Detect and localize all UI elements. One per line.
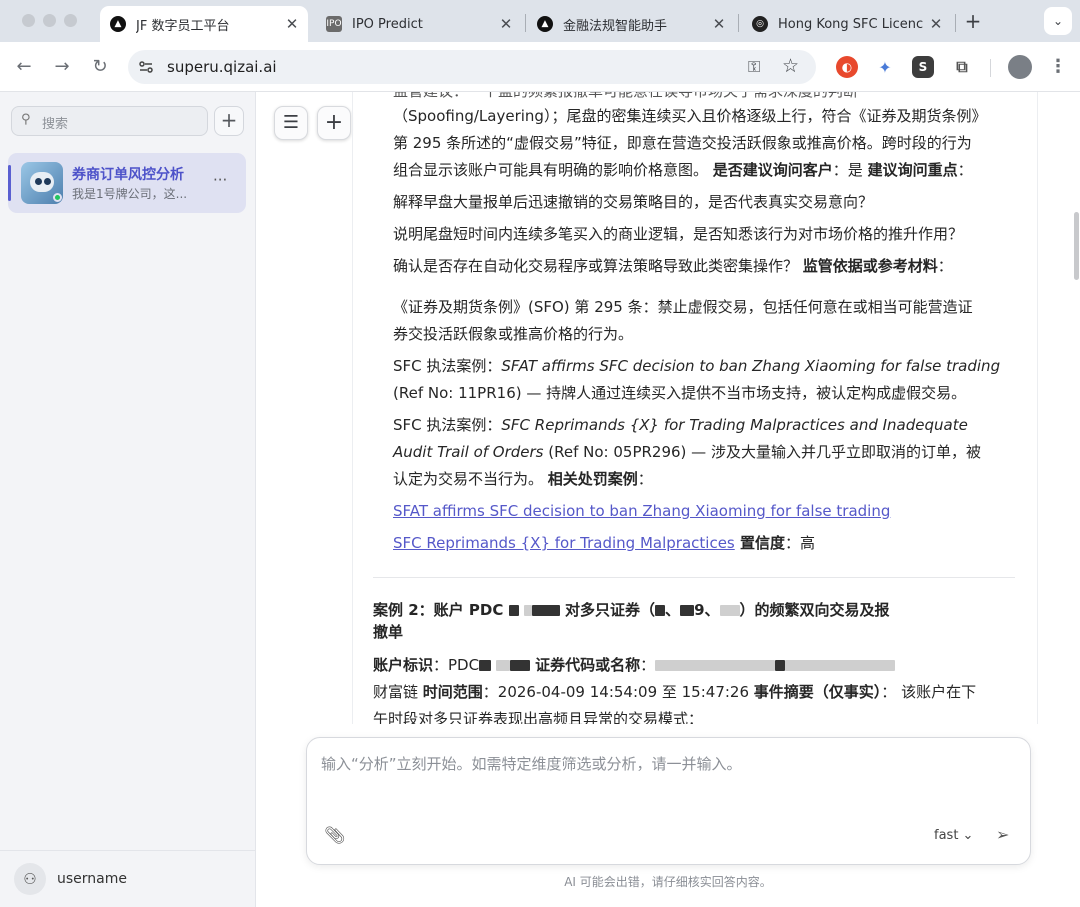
back-arrow-icon[interactable]: ← — [13, 56, 35, 78]
profile-avatar-icon[interactable] — [1008, 55, 1032, 79]
reload-icon[interactable]: ↻ — [89, 56, 111, 78]
text-line: 认定为交易不当行为。 相关处罚案例： — [393, 470, 653, 488]
text-line: Audit Trail of Orders (Ref No: 05PR296) … — [393, 443, 981, 461]
chat-input[interactable]: 输入“分析”立刻开始。如需特定维度筛选或分析，请一并输入。 📎︎ fast ⌄ … — [306, 737, 1031, 865]
close-icon[interactable]: ✕ — [709, 15, 729, 33]
new-tab-plus-icon[interactable]: + — [960, 8, 986, 34]
site-settings-icon[interactable] — [138, 59, 154, 75]
extensions-puzzle-icon[interactable]: ⧉ — [951, 56, 973, 78]
text-line: 组合显示该账户可能具有明确的影响价格意图。 是否建议询问客户：是 建议询问重点： — [393, 161, 973, 179]
text-line: 账户标识：PDC 证券代码或名称： — [373, 652, 1013, 679]
bold-label: 相关处罚案例 — [547, 470, 638, 488]
scrollbar-thumb[interactable] — [1074, 212, 1079, 280]
tab-title: JF 数字员工平台 — [136, 18, 230, 34]
case-link[interactable]: SFAT affirms SFC decision to ban Zhang X… — [393, 502, 890, 520]
chat-main: ☰ + 监管建议：一个盘的频繁报撤单可能意在误导市场关于需求深度的判断 （Spo… — [256, 92, 1080, 907]
case-2-heading-cont: 撤单 — [373, 623, 404, 641]
text-line: SFAT affirms SFC decision to ban Zhang X… — [393, 498, 1033, 525]
close-icon[interactable]: ✕ — [496, 15, 516, 33]
tab-ipo-predict[interactable]: IPO IPO Predict ✕ — [316, 6, 522, 42]
attach-paperclip-icon[interactable]: 📎︎ — [324, 826, 346, 846]
case-title: Audit Trail of Orders — [393, 443, 544, 461]
ipo-logo-icon: IPO — [326, 16, 342, 32]
extension-s-icon[interactable]: S — [912, 56, 934, 78]
bold-label: 事件摘要（仅事实） — [753, 683, 882, 701]
bookmark-star-icon[interactable]: ☆ — [782, 55, 799, 77]
bold-label: 证券代码或名称 — [529, 656, 641, 674]
minimize-window-dot[interactable] — [43, 14, 56, 27]
text-line: 《证券及期货条例》(SFO) 第 295 条：禁止虚假交易，包括任何意在或相当可… — [393, 298, 973, 316]
conversation-preview: 我是1号牌公司，这... — [72, 187, 188, 201]
assistant-message: 监管建议：一个盘的频繁报撤单可能意在误导市场关于需求深度的判断 （Spoofin… — [352, 92, 1038, 724]
bold-label: 账户标识 — [373, 656, 434, 674]
triangle-logo-icon: ▲ — [110, 16, 126, 32]
text-line: 午时段对多只证券表现出高频且异常的交易模式： — [373, 710, 704, 724]
text-line: (Ref No: 11PR16) — 持牌人通过连续买入提供不当市场支持，被认定… — [393, 384, 967, 402]
user-profile[interactable]: ⚇ username — [0, 850, 255, 907]
url-text: superu.qizai.ai — [167, 58, 277, 76]
bold-label: 时间范围 — [422, 683, 483, 701]
bold-label: 置信度 — [734, 534, 785, 552]
address-bar[interactable]: superu.qizai.ai ⚿ ☆ — [128, 50, 816, 84]
text-line: 财富链 时间范围：2026-04-09 14:54:09 至 15:47:26 … — [373, 683, 977, 701]
bold-label: 是否建议询问客户 — [712, 161, 833, 179]
bold-label: 监管依据或参考材料 — [802, 257, 938, 275]
new-chat-button[interactable]: + — [214, 106, 244, 136]
input-placeholder: 输入“分析”立刻开始。如需特定维度筛选或分析，请一并输入。 — [321, 755, 742, 773]
openai-logo-icon: ◎ — [752, 16, 768, 32]
tab-jf-platform[interactable]: ▲ JF 数字员工平台 ✕ — [100, 6, 308, 42]
extension-red-icon[interactable]: ◐ — [836, 56, 858, 78]
tab-title: 金融法规智能助手 — [563, 18, 668, 34]
case-title: SFC Reprimands {X} for Trading Malpracti… — [501, 416, 968, 434]
text-line: 第 295 条所述的“虚假交易”特征，即意在营造交投活跃假象或推高价格。跨时段的… — [393, 134, 972, 152]
send-icon[interactable]: ➢ — [996, 825, 1009, 844]
text-line: 确认是否存在自动化交易程序或算法策略导致此类密集操作？ 监管依据或参考材料： — [393, 257, 953, 275]
close-icon[interactable]: ✕ — [926, 15, 946, 33]
text-line: SFC 执法案例：SFAT affirms SFC decision to ba… — [393, 357, 1001, 375]
toggle-sidebar-menu-icon[interactable]: ☰ — [274, 106, 308, 140]
section-divider — [373, 577, 1015, 578]
triangle-logo-icon: ▲ — [537, 16, 553, 32]
tab-hk-sfc[interactable]: ◎ Hong Kong SFC Licenc ✕ — [742, 6, 952, 42]
tab-search-chevron-icon[interactable]: ⌄ — [1044, 7, 1072, 35]
maximize-window-dot[interactable] — [64, 14, 77, 27]
close-icon[interactable]: ✕ — [282, 15, 302, 33]
text-line: （Spoofing/Layering）；尾盘的密集连续买入且价格逐级上行，符合《… — [393, 107, 987, 125]
password-key-icon[interactable]: ⚿ — [748, 57, 760, 77]
text-line: SFC 执法案例：SFC Reprimands {X} for Trading … — [393, 416, 968, 434]
case-title: SFAT affirms SFC decision to ban Zhang X… — [501, 357, 1001, 375]
more-menu-icon[interactable]: ⋮ — [1047, 56, 1069, 78]
tab-title: Hong Kong SFC Licenc — [778, 16, 924, 32]
online-status-dot — [53, 193, 62, 202]
tab-regulation-assistant[interactable]: ▲ 金融法规智能助手 ✕ — [527, 6, 735, 42]
text-line: 解释早盘大量报单后迅速撤销的交易策略目的，是否代表真实交易意向？ — [393, 193, 874, 211]
browser-toolbar: ← → ↻ superu.qizai.ai ⚿ ☆ ◐ ✦ S ⧉ ⋮ — [0, 42, 1080, 92]
extension-bird-icon[interactable]: ✦ — [874, 56, 896, 78]
disclaimer-text: AI 可能会出错，请仔细核实回答内容。 — [564, 875, 772, 889]
search-input[interactable]: ⚲ 搜索 — [11, 106, 208, 136]
search-icon: ⚲ — [21, 112, 31, 127]
sidebar: ⚲ 搜索 + 券商订单风控分析 我是1号牌公司，这... ··· ⚇ usern… — [0, 92, 256, 907]
browser-tab-bar: ▲ JF 数字员工平台 ✕ IPO IPO Predict ✕ ▲ 金融法规智能… — [0, 0, 1080, 42]
username: username — [57, 871, 127, 887]
mode-selector[interactable]: fast ⌄ — [934, 828, 973, 843]
text-line: 券交投活跃假象或推高价格的行为。 — [393, 325, 634, 343]
user-icon: ⚇ — [14, 863, 46, 895]
case-link[interactable]: SFC Reprimands {X} for Trading Malpracti… — [393, 534, 735, 552]
conversation-item[interactable]: 券商订单风控分析 我是1号牌公司，这... ··· — [8, 153, 246, 213]
close-window-dot[interactable] — [22, 14, 35, 27]
bold-label: 建议询问重点 — [867, 161, 958, 179]
conversation-title: 券商订单风控分析 — [72, 167, 184, 183]
tab-title: IPO Predict — [352, 16, 423, 32]
text-line: 说明尾盘短时间内连续多笔买入的商业逻辑，是否知悉该行为对市场价格的推升作用？ — [393, 225, 964, 243]
search-placeholder: 搜索 — [42, 117, 69, 132]
more-options-icon[interactable]: ··· — [213, 171, 227, 189]
new-chat-plus-icon[interactable]: + — [317, 106, 351, 140]
forward-arrow-icon[interactable]: → — [51, 56, 73, 78]
active-indicator — [8, 165, 11, 201]
text-line: SFC Reprimands {X} for Trading Malpracti… — [393, 534, 815, 552]
